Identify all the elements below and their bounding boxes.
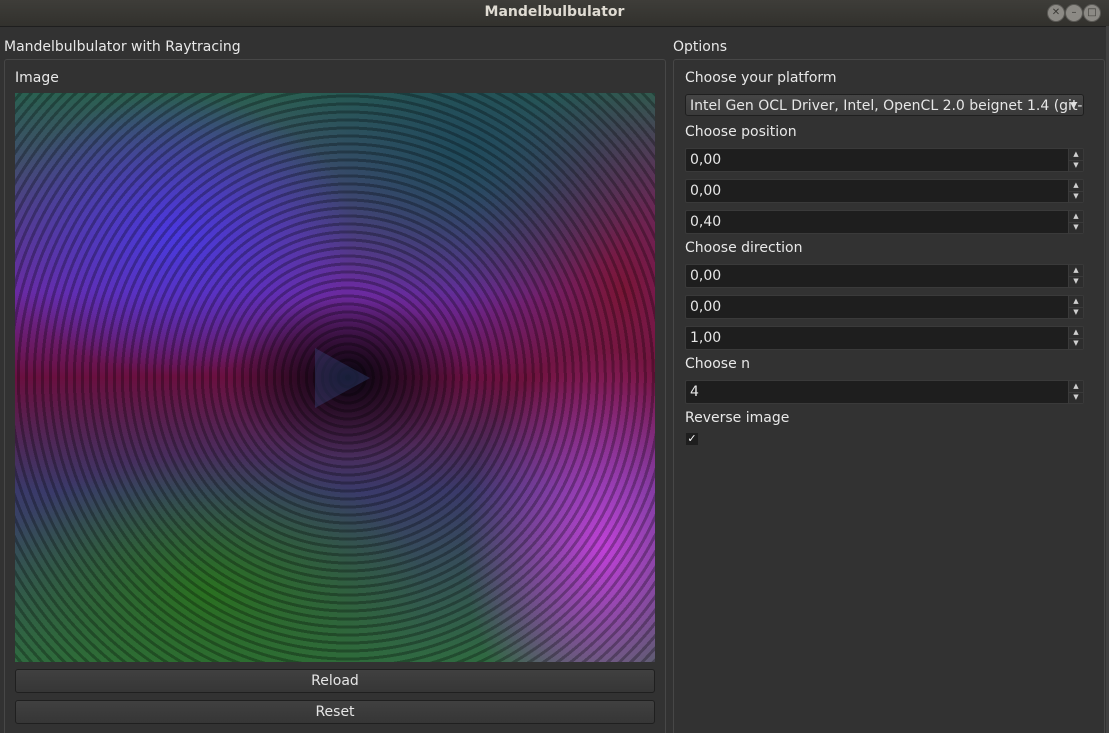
maximize-icon[interactable]: □ xyxy=(1083,4,1101,22)
n-spinbox[interactable]: 4 ▲ ▼ xyxy=(685,380,1084,404)
position-x-value: 0,00 xyxy=(690,152,722,168)
position-y-stepper: ▲ ▼ xyxy=(1068,180,1083,202)
reload-button[interactable]: Reload xyxy=(15,669,655,693)
direction-z-decrement-icon[interactable]: ▼ xyxy=(1069,338,1083,349)
n-label: Choose n xyxy=(685,356,751,372)
options-section-label: Options xyxy=(673,39,728,55)
direction-x-stepper: ▲ ▼ xyxy=(1068,265,1083,287)
render-center-shape xyxy=(315,348,370,408)
position-y-spinbox[interactable]: 0,00 ▲ ▼ xyxy=(685,179,1084,203)
position-y-value: 0,00 xyxy=(690,183,722,199)
reset-button[interactable]: Reset xyxy=(15,700,655,724)
chevron-down-icon: ▼ xyxy=(1070,101,1077,111)
app-window: Mandelbulbulator ✕ – □ Mandelbulbulator … xyxy=(0,0,1109,733)
direction-x-decrement-icon[interactable]: ▼ xyxy=(1069,276,1083,287)
direction-label: Choose direction xyxy=(685,240,803,256)
n-stepper: ▲ ▼ xyxy=(1068,381,1083,403)
reverse-image-label: Reverse image xyxy=(685,410,790,426)
direction-y-stepper: ▲ ▼ xyxy=(1068,296,1083,318)
close-icon[interactable]: ✕ xyxy=(1047,4,1065,22)
image-group-label: Image xyxy=(15,70,59,86)
direction-z-spinbox[interactable]: 1,00 ▲ ▼ xyxy=(685,326,1084,350)
minimize-icon[interactable]: – xyxy=(1065,4,1083,22)
position-z-stepper: ▲ ▼ xyxy=(1068,211,1083,233)
n-decrement-icon[interactable]: ▼ xyxy=(1069,392,1083,403)
direction-z-value: 1,00 xyxy=(690,330,722,346)
position-y-decrement-icon[interactable]: ▼ xyxy=(1069,191,1083,202)
position-z-spinbox[interactable]: 0,40 ▲ ▼ xyxy=(685,210,1084,234)
position-label: Choose position xyxy=(685,124,797,140)
window-title: Mandelbulbulator xyxy=(484,4,625,20)
position-x-stepper: ▲ ▼ xyxy=(1068,149,1083,171)
direction-x-value: 0,00 xyxy=(690,268,722,284)
main-section-label: Mandelbulbulator with Raytracing xyxy=(4,39,241,55)
position-x-spinbox[interactable]: 0,00 ▲ ▼ xyxy=(685,148,1084,172)
reverse-image-checkbox[interactable]: ✓ xyxy=(686,433,698,445)
platform-label: Choose your platform xyxy=(685,70,837,86)
mandelbulb-render-image xyxy=(15,93,655,662)
n-value: 4 xyxy=(690,384,699,400)
platform-select-value: Intel Gen OCL Driver, Intel, OpenCL 2.0 … xyxy=(690,98,1083,114)
position-z-decrement-icon[interactable]: ▼ xyxy=(1069,222,1083,233)
direction-y-spinbox[interactable]: 0,00 ▲ ▼ xyxy=(685,295,1084,319)
position-z-value: 0,40 xyxy=(690,214,722,230)
direction-x-spinbox[interactable]: 0,00 ▲ ▼ xyxy=(685,264,1084,288)
direction-y-decrement-icon[interactable]: ▼ xyxy=(1069,307,1083,318)
direction-y-value: 0,00 xyxy=(690,299,722,315)
platform-select[interactable]: Intel Gen OCL Driver, Intel, OpenCL 2.0 … xyxy=(685,94,1084,116)
title-bar[interactable]: Mandelbulbulator ✕ – □ xyxy=(0,0,1109,27)
direction-z-stepper: ▲ ▼ xyxy=(1068,327,1083,349)
position-x-decrement-icon[interactable]: ▼ xyxy=(1069,160,1083,171)
